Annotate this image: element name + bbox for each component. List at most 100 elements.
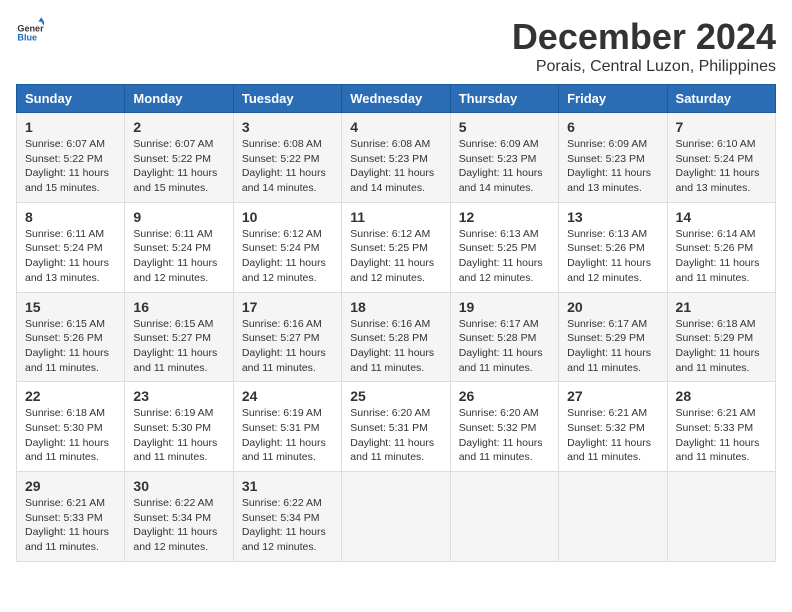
week-row-1: 1 Sunrise: 6:07 AMSunset: 5:22 PMDaylight… <box>17 113 776 203</box>
day-number: 17 <box>242 299 333 315</box>
day-number: 30 <box>133 478 224 494</box>
day-info: Sunrise: 6:09 AMSunset: 5:23 PMDaylight:… <box>459 137 550 196</box>
title-area: December 2024 Porais, Central Luzon, Phi… <box>512 16 776 76</box>
day-info: Sunrise: 6:12 AMSunset: 5:24 PMDaylight:… <box>242 227 333 286</box>
calendar-cell <box>450 472 558 562</box>
day-number: 14 <box>676 209 767 225</box>
day-info: Sunrise: 6:20 AMSunset: 5:32 PMDaylight:… <box>459 406 550 465</box>
calendar-cell: 19 Sunrise: 6:17 AMSunset: 5:28 PMDayligh… <box>450 292 558 382</box>
col-header-monday: Monday <box>125 85 233 113</box>
day-number: 27 <box>567 388 658 404</box>
day-info: Sunrise: 6:15 AMSunset: 5:27 PMDaylight:… <box>133 317 224 376</box>
calendar-cell: 13 Sunrise: 6:13 AMSunset: 5:26 PMDayligh… <box>559 202 667 292</box>
month-title: December 2024 <box>512 16 776 58</box>
day-number: 7 <box>676 119 767 135</box>
day-info: Sunrise: 6:07 AMSunset: 5:22 PMDaylight:… <box>133 137 224 196</box>
day-info: Sunrise: 6:16 AMSunset: 5:27 PMDaylight:… <box>242 317 333 376</box>
day-info: Sunrise: 6:19 AMSunset: 5:30 PMDaylight:… <box>133 406 224 465</box>
calendar-cell: 21 Sunrise: 6:18 AMSunset: 5:29 PMDayligh… <box>667 292 775 382</box>
calendar-cell: 27Sunrise: 6:21 AMSunset: 5:32 PMDayligh… <box>559 382 667 472</box>
day-info: Sunrise: 6:12 AMSunset: 5:25 PMDaylight:… <box>350 227 441 286</box>
calendar-cell: 31 Sunrise: 6:22 AMSunset: 5:34 PMDayligh… <box>233 472 341 562</box>
day-info: Sunrise: 6:07 AMSunset: 5:22 PMDaylight:… <box>25 137 116 196</box>
location-title: Porais, Central Luzon, Philippines <box>512 58 776 76</box>
day-number: 21 <box>676 299 767 315</box>
day-number: 20 <box>567 299 658 315</box>
day-number: 9 <box>133 209 224 225</box>
day-number: 11 <box>350 209 441 225</box>
day-info: Sunrise: 6:13 AMSunset: 5:25 PMDaylight:… <box>459 227 550 286</box>
day-info: Sunrise: 6:22 AMSunset: 5:34 PMDaylight:… <box>242 496 333 555</box>
header-row: SundayMondayTuesdayWednesdayThursdayFrid… <box>17 85 776 113</box>
col-header-thursday: Thursday <box>450 85 558 113</box>
calendar-cell: 12Sunrise: 6:13 AMSunset: 5:25 PMDayligh… <box>450 202 558 292</box>
day-info: Sunrise: 6:13 AMSunset: 5:26 PMDaylight:… <box>567 227 658 286</box>
week-row-2: 8Sunrise: 6:11 AMSunset: 5:24 PMDaylight… <box>17 202 776 292</box>
calendar-cell: 1 Sunrise: 6:07 AMSunset: 5:22 PMDaylight… <box>17 113 125 203</box>
day-number: 26 <box>459 388 550 404</box>
day-number: 31 <box>242 478 333 494</box>
col-header-sunday: Sunday <box>17 85 125 113</box>
logo-icon: General Blue <box>16 16 44 44</box>
day-number: 22 <box>25 388 116 404</box>
day-number: 6 <box>567 119 658 135</box>
calendar-cell: 2Sunrise: 6:07 AMSunset: 5:22 PMDaylight… <box>125 113 233 203</box>
week-row-3: 15 Sunrise: 6:15 AMSunset: 5:26 PMDayligh… <box>17 292 776 382</box>
week-row-5: 29 Sunrise: 6:21 AMSunset: 5:33 PMDayligh… <box>17 472 776 562</box>
calendar-cell: 7Sunrise: 6:10 AMSunset: 5:24 PMDaylight… <box>667 113 775 203</box>
day-info: Sunrise: 6:09 AMSunset: 5:23 PMDaylight:… <box>567 137 658 196</box>
day-info: Sunrise: 6:19 AMSunset: 5:31 PMDaylight:… <box>242 406 333 465</box>
calendar-cell: 26 Sunrise: 6:20 AMSunset: 5:32 PMDayligh… <box>450 382 558 472</box>
calendar-cell: 30Sunrise: 6:22 AMSunset: 5:34 PMDayligh… <box>125 472 233 562</box>
day-info: Sunrise: 6:18 AMSunset: 5:29 PMDaylight:… <box>676 317 767 376</box>
calendar-cell: 15 Sunrise: 6:15 AMSunset: 5:26 PMDayligh… <box>17 292 125 382</box>
calendar-cell: 22 Sunrise: 6:18 AMSunset: 5:30 PMDayligh… <box>17 382 125 472</box>
day-number: 4 <box>350 119 441 135</box>
calendar-cell: 18 Sunrise: 6:16 AMSunset: 5:28 PMDayligh… <box>342 292 450 382</box>
calendar-cell: 3Sunrise: 6:08 AMSunset: 5:22 PMDaylight… <box>233 113 341 203</box>
calendar-cell <box>559 472 667 562</box>
day-info: Sunrise: 6:21 AMSunset: 5:33 PMDaylight:… <box>25 496 116 555</box>
col-header-wednesday: Wednesday <box>342 85 450 113</box>
day-number: 10 <box>242 209 333 225</box>
day-info: Sunrise: 6:21 AMSunset: 5:33 PMDaylight:… <box>676 406 767 465</box>
day-info: Sunrise: 6:16 AMSunset: 5:28 PMDaylight:… <box>350 317 441 376</box>
day-number: 8 <box>25 209 116 225</box>
day-number: 13 <box>567 209 658 225</box>
calendar-cell: 16 Sunrise: 6:15 AMSunset: 5:27 PMDayligh… <box>125 292 233 382</box>
col-header-tuesday: Tuesday <box>233 85 341 113</box>
header: General Blue December 2024 Porais, Centr… <box>16 16 776 76</box>
calendar-cell: 29 Sunrise: 6:21 AMSunset: 5:33 PMDayligh… <box>17 472 125 562</box>
day-number: 24 <box>242 388 333 404</box>
calendar-cell: 4Sunrise: 6:08 AMSunset: 5:23 PMDaylight… <box>342 113 450 203</box>
day-number: 29 <box>25 478 116 494</box>
week-row-4: 22 Sunrise: 6:18 AMSunset: 5:30 PMDayligh… <box>17 382 776 472</box>
logo: General Blue <box>16 16 44 44</box>
day-info: Sunrise: 6:18 AMSunset: 5:30 PMDaylight:… <box>25 406 116 465</box>
day-number: 28 <box>676 388 767 404</box>
calendar-cell: 14 Sunrise: 6:14 AMSunset: 5:26 PMDayligh… <box>667 202 775 292</box>
calendar-cell <box>342 472 450 562</box>
calendar-cell: 23Sunrise: 6:19 AMSunset: 5:30 PMDayligh… <box>125 382 233 472</box>
day-number: 15 <box>25 299 116 315</box>
calendar-cell: 9Sunrise: 6:11 AMSunset: 5:24 PMDaylight… <box>125 202 233 292</box>
day-number: 5 <box>459 119 550 135</box>
day-info: Sunrise: 6:08 AMSunset: 5:22 PMDaylight:… <box>242 137 333 196</box>
calendar-cell: 25Sunrise: 6:20 AMSunset: 5:31 PMDayligh… <box>342 382 450 472</box>
day-info: Sunrise: 6:20 AMSunset: 5:31 PMDaylight:… <box>350 406 441 465</box>
calendar-cell: 11 Sunrise: 6:12 AMSunset: 5:25 PMDayligh… <box>342 202 450 292</box>
calendar-cell: 24 Sunrise: 6:19 AMSunset: 5:31 PMDayligh… <box>233 382 341 472</box>
calendar-cell: 6 Sunrise: 6:09 AMSunset: 5:23 PMDaylight… <box>559 113 667 203</box>
calendar-cell: 20 Sunrise: 6:17 AMSunset: 5:29 PMDayligh… <box>559 292 667 382</box>
day-info: Sunrise: 6:17 AMSunset: 5:29 PMDaylight:… <box>567 317 658 376</box>
day-number: 16 <box>133 299 224 315</box>
day-number: 18 <box>350 299 441 315</box>
col-header-friday: Friday <box>559 85 667 113</box>
day-number: 19 <box>459 299 550 315</box>
day-info: Sunrise: 6:17 AMSunset: 5:28 PMDaylight:… <box>459 317 550 376</box>
day-info: Sunrise: 6:14 AMSunset: 5:26 PMDaylight:… <box>676 227 767 286</box>
day-number: 1 <box>25 119 116 135</box>
calendar-cell <box>667 472 775 562</box>
day-info: Sunrise: 6:15 AMSunset: 5:26 PMDaylight:… <box>25 317 116 376</box>
calendar-cell: 5 Sunrise: 6:09 AMSunset: 5:23 PMDaylight… <box>450 113 558 203</box>
